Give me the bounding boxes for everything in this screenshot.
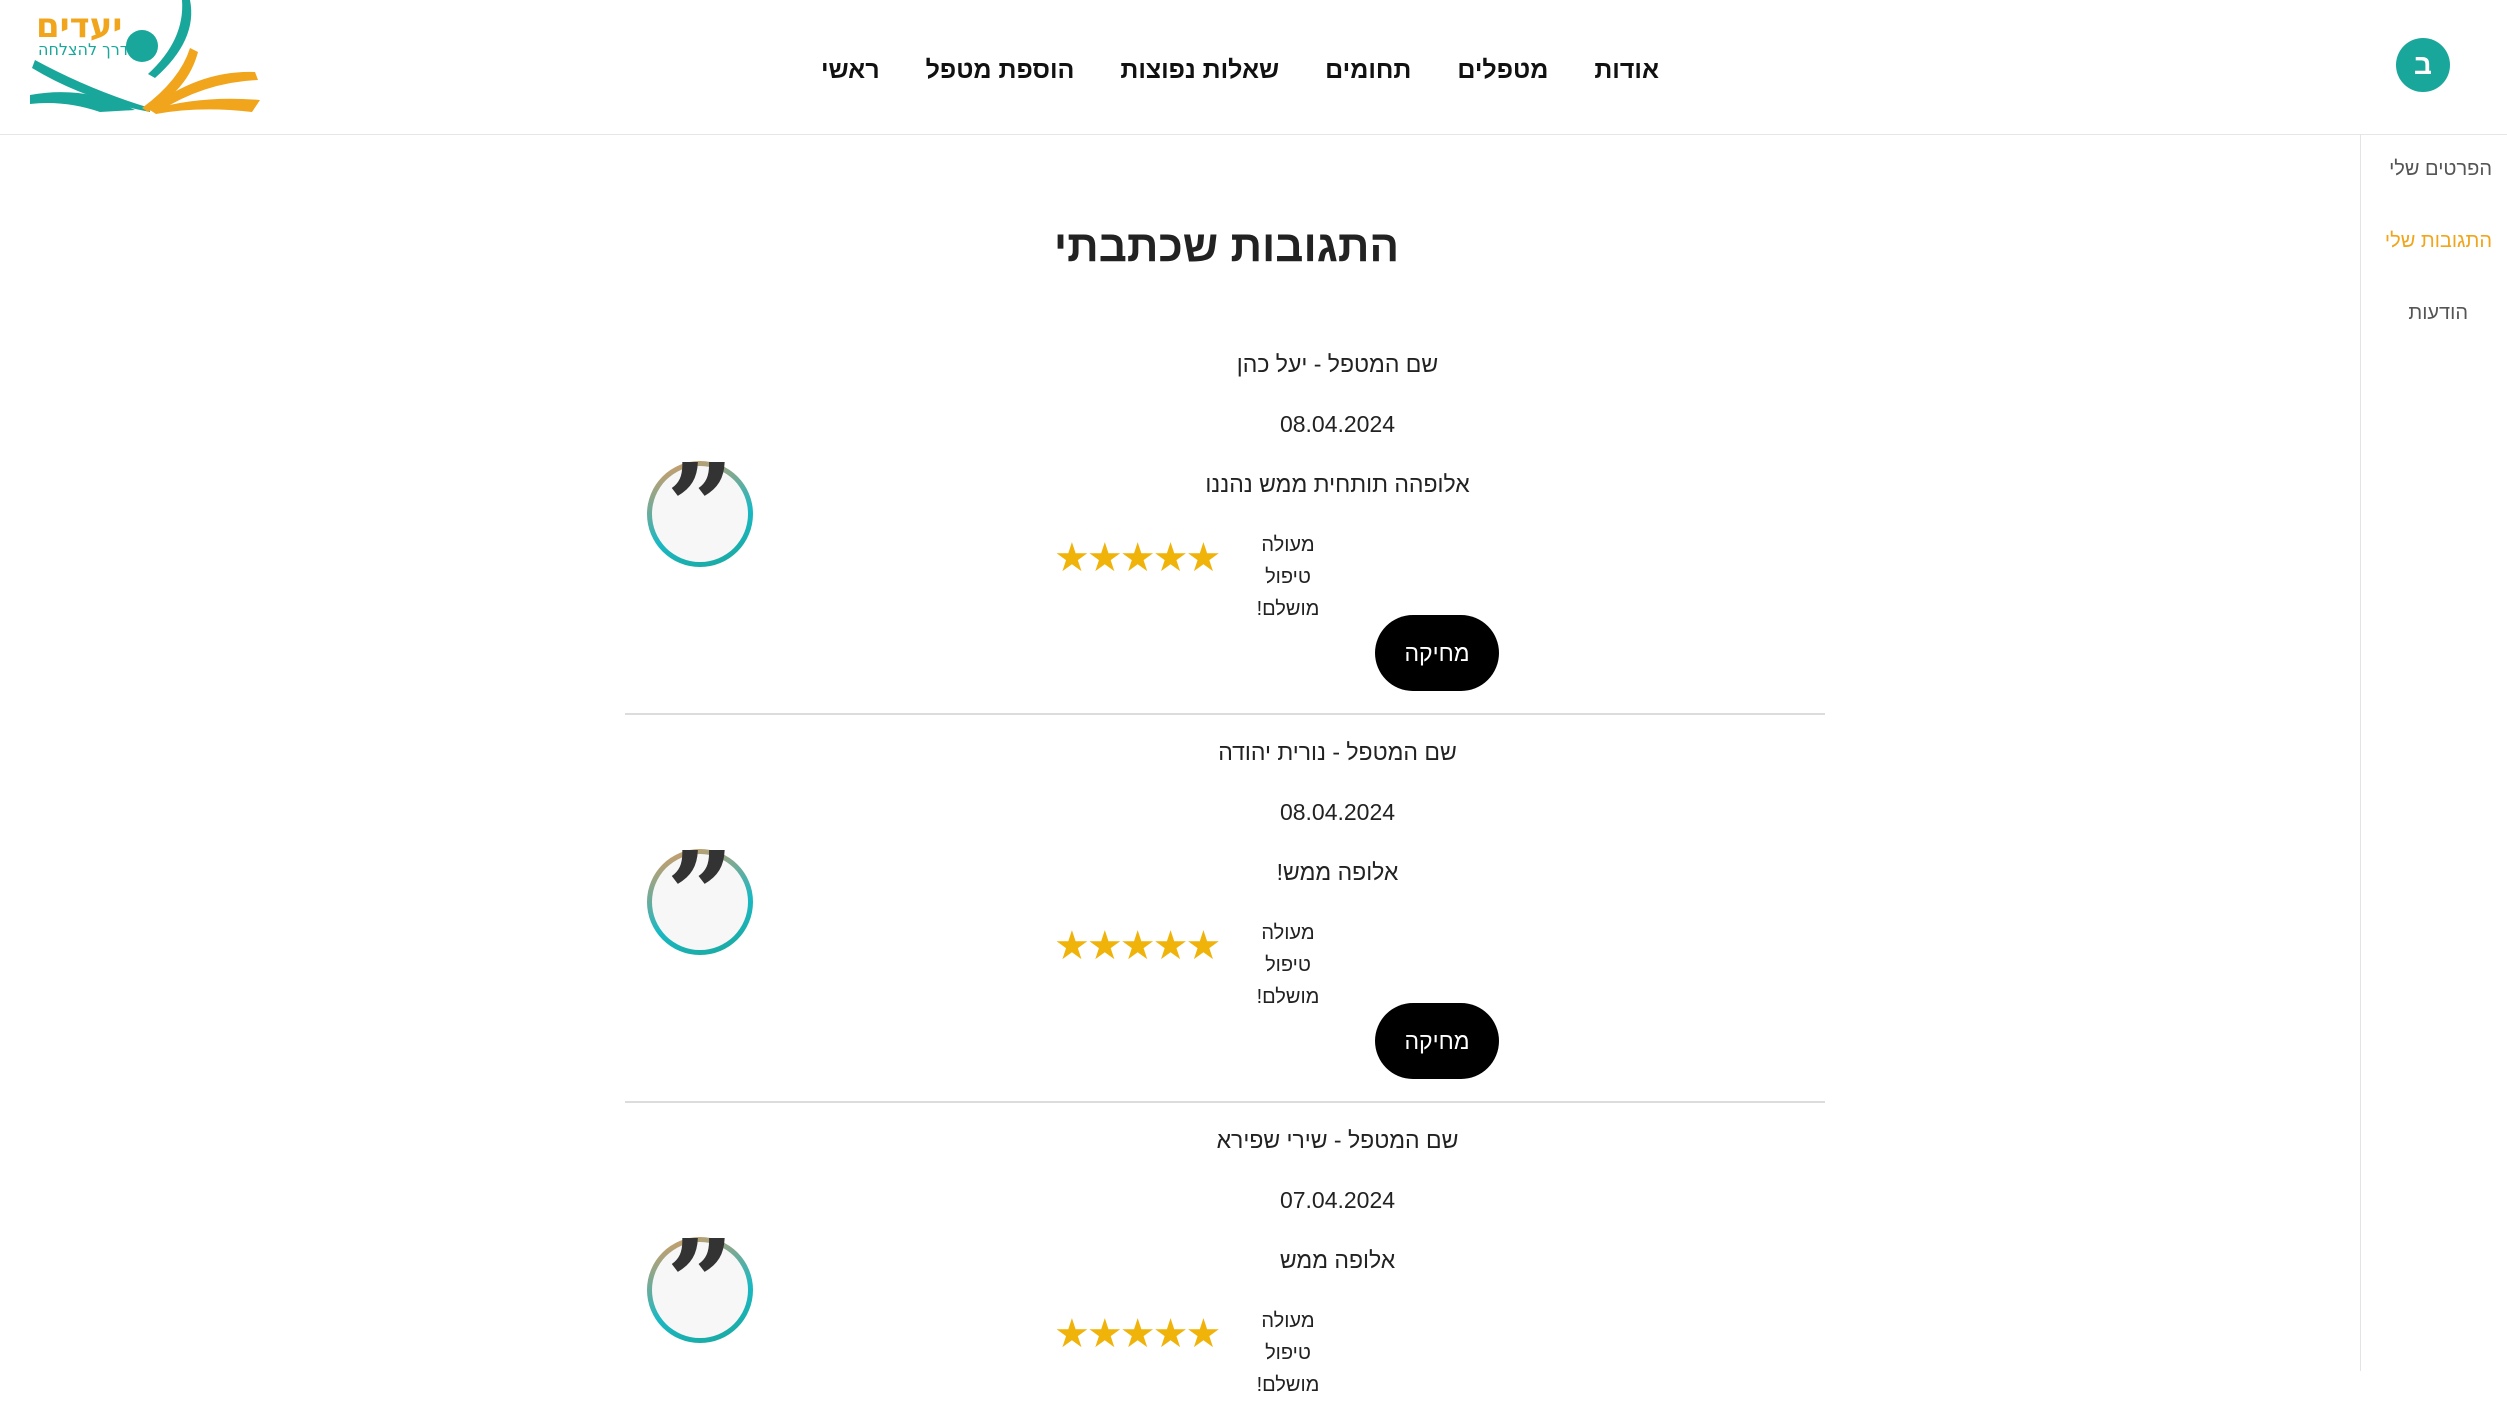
delete-button[interactable]: מחיקה	[1375, 615, 1499, 691]
rating-text: מעולה טיפול מושלם!	[1256, 1310, 1320, 1396]
star-rating: ★★★★★	[1054, 536, 1221, 580]
site-logo[interactable]: יעדים הדרך להצלחה	[30, 0, 260, 115]
review-text: אלופהה תותחית ממש נהננו	[1205, 471, 1470, 497]
sidebar-item-my-details[interactable]: הפרטים שלי	[2389, 158, 2492, 181]
nav-therapists[interactable]: מטפלים	[1457, 56, 1548, 85]
nav-faq[interactable]: שאלות נפוצות	[1120, 56, 1279, 85]
nav-home[interactable]: ראשי	[821, 56, 880, 85]
top-header: יעדים הדרך להצלחה ראשי הוספת מטפל שאלות …	[0, 0, 2507, 135]
review-text: אלופה ממש	[1279, 1247, 1396, 1273]
review-therapist-name: שם המטפל - נורית יהודה	[1218, 739, 1457, 765]
review-text: אלופה ממש!	[1276, 859, 1399, 885]
quote-icon: ”	[647, 448, 753, 567]
review-therapist-name: שם המטפל - יעל כהן	[1236, 351, 1439, 377]
nav-fields[interactable]: תחומים	[1325, 56, 1411, 85]
sidebar-item-messages[interactable]: הודעות	[2408, 302, 2468, 325]
review-card: ” שם המטפל - שירי שפירא 07.04.2024 אלופה…	[625, 1101, 1825, 1396]
star-rating: ★★★★★	[1054, 924, 1221, 968]
logo-subtitle: הדרך להצלחה	[38, 40, 139, 59]
star-rating: ★★★★★	[1054, 1312, 1221, 1356]
review-therapist-name: שם המטפל - שירי שפירא	[1216, 1127, 1459, 1153]
review-date: 07.04.2024	[1279, 1187, 1396, 1213]
rating-text: מעולה טיפול מושלם!	[1256, 534, 1320, 620]
profile-sidebar: הפרטים שלי התגובות שלי הודעות	[2360, 134, 2507, 1371]
main-nav: ראשי הוספת מטפל שאלות נפוצות תחומים מטפל…	[821, 56, 1659, 85]
nav-add-therapist[interactable]: הוספת מטפל	[926, 56, 1075, 85]
nav-about[interactable]: אודות	[1594, 56, 1659, 85]
review-card: ” שם המטפל - נורית יהודה 08.04.2024 אלופ…	[625, 713, 1825, 1103]
page-title: התגובות שכתבתי	[1053, 222, 1400, 271]
quote-icon: ”	[647, 836, 753, 955]
quote-icon: ”	[647, 1224, 753, 1343]
delete-button[interactable]: מחיקה	[1375, 1003, 1499, 1079]
review-date: 08.04.2024	[1279, 411, 1396, 437]
user-avatar[interactable]: ב	[2396, 38, 2450, 92]
review-date: 08.04.2024	[1279, 799, 1396, 825]
rating-text: מעולה טיפול מושלם!	[1256, 922, 1320, 1008]
review-card: ” שם המטפל - יעל כהן 08.04.2024 אלופהה ת…	[625, 325, 1825, 715]
